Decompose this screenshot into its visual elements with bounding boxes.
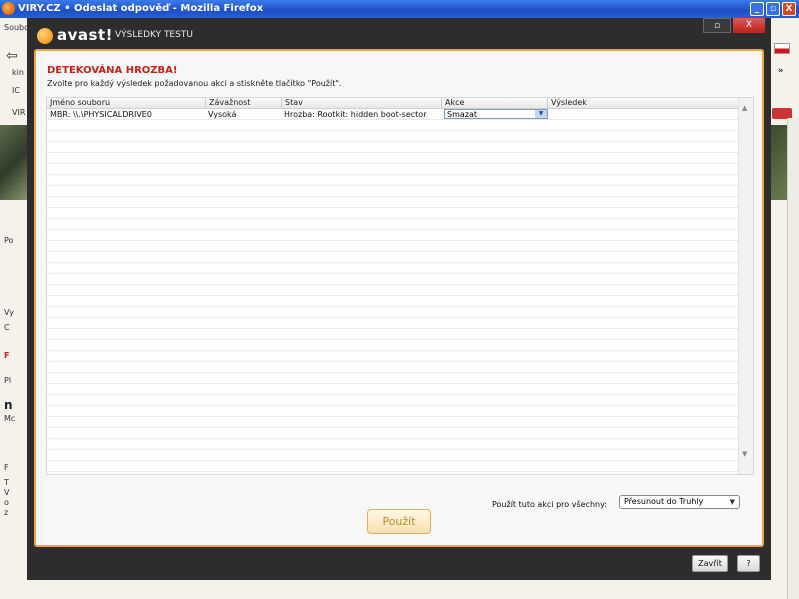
firefox-maximize-button[interactable]: ▫ [766,2,780,16]
apply-all-label: Použít tuto akci pro všechny: [492,500,607,509]
firefox-icon [2,2,15,15]
back-arrow-icon[interactable]: ⇦ [6,48,18,64]
bookmark-fragment[interactable]: IC [12,86,20,95]
column-header-status[interactable]: Stav [281,98,441,108]
page-text-fragment: Vy [4,308,14,317]
firefox-titlebar: VIRY.CZ • Odeslat odpověď - Mozilla Fire… [0,0,799,18]
results-table: Jméno souboru Závažnost Stav Akce Výsled… [46,97,754,475]
apply-all-select[interactable]: Přesunout do Truhly ▼ [619,495,740,509]
action-select-value: Smazat [447,110,478,119]
czech-flag-icon [774,43,790,54]
avast-ball-icon [37,27,53,44]
page-text-fragment: z [4,508,9,517]
column-header-file[interactable]: Jméno souboru [47,98,205,108]
scroll-up-icon[interactable]: ▲ [742,104,747,112]
table-header: Jméno souboru Závažnost Stav Akce Výsled… [47,98,741,109]
page-text-fragment: F [4,351,10,360]
firefox-minimize-button[interactable]: _ [750,2,764,16]
apply-button[interactable]: Použít [367,509,431,534]
table-body [47,109,741,474]
firefox-page-scrollbar[interactable] [787,118,799,599]
instruction-text: Zvolte pro každý výsledek požadovanou ak… [47,79,342,88]
column-header-severity[interactable]: Závažnost [205,98,281,108]
avast-close-button[interactable]: X [733,18,765,33]
cell-status: Hrozba: Rootkit: hidden boot-sector [284,110,427,119]
column-header-action[interactable]: Akce [441,98,547,108]
chevron-down-icon[interactable]: ▼ [535,110,547,118]
page-text-fragment: F [4,463,9,472]
table-scrollbar[interactable]: ▲ ▼ [738,98,753,474]
page-text-fragment: n [4,398,13,412]
firefox-close-button[interactable]: X [782,2,796,16]
action-select[interactable]: Smazat ▼ [444,109,548,119]
apply-all-value: Přesunout do Truhly [624,497,704,506]
firefox-page-bottom [30,580,770,599]
cell-file: MBR: \\.\PHYSICALDRIVE0 [50,110,152,119]
menu-fragment: Soubo [4,23,30,32]
results-panel: DETEKOVÁNA HROZBA! Zvolte pro každý výsl… [34,49,764,547]
firefox-window-title: VIRY.CZ • Odeslat odpověď - Mozilla Fire… [18,3,264,14]
chevron-right-icon[interactable]: » [778,66,784,76]
avast-minimize-button[interactable]: ▫ [703,18,731,33]
page-header-image-right [770,125,787,200]
chevron-down-icon[interactable]: ▼ [730,496,735,508]
bookmark-fragment[interactable]: kin [12,68,24,77]
close-button[interactable]: Zavřít [692,555,728,572]
page-text-fragment: Po [4,236,14,245]
page-text-fragment: Mc [4,414,16,423]
scroll-down-icon[interactable]: ▼ [742,450,747,458]
page-text-fragment: V [4,488,10,497]
help-button[interactable]: ? [737,555,760,572]
avast-dialog: avast! VÝSLEDKY TESTU ▫ X DETEKOVÁNA HRO… [27,18,771,580]
page-text-fragment: Pl [4,376,12,385]
page-text-fragment: T [4,478,9,487]
page-text-fragment: C [4,323,10,332]
column-header-result[interactable]: Výsledek [547,98,741,108]
avast-logo: avast! [37,26,113,44]
page-header-image [0,125,30,200]
cell-severity: Vysoká [208,110,237,119]
threat-heading: DETEKOVÁNA HROZBA! [47,65,178,76]
cell-result [547,109,550,120]
page-text-fragment: o [4,498,9,507]
avast-window-title: VÝSLEDKY TESTU [115,30,193,40]
table-row[interactable]: MBR: \\.\PHYSICALDRIVE0 Vysoká Hrozba: R… [47,109,741,120]
tab-fragment[interactable]: VIR [12,108,25,117]
